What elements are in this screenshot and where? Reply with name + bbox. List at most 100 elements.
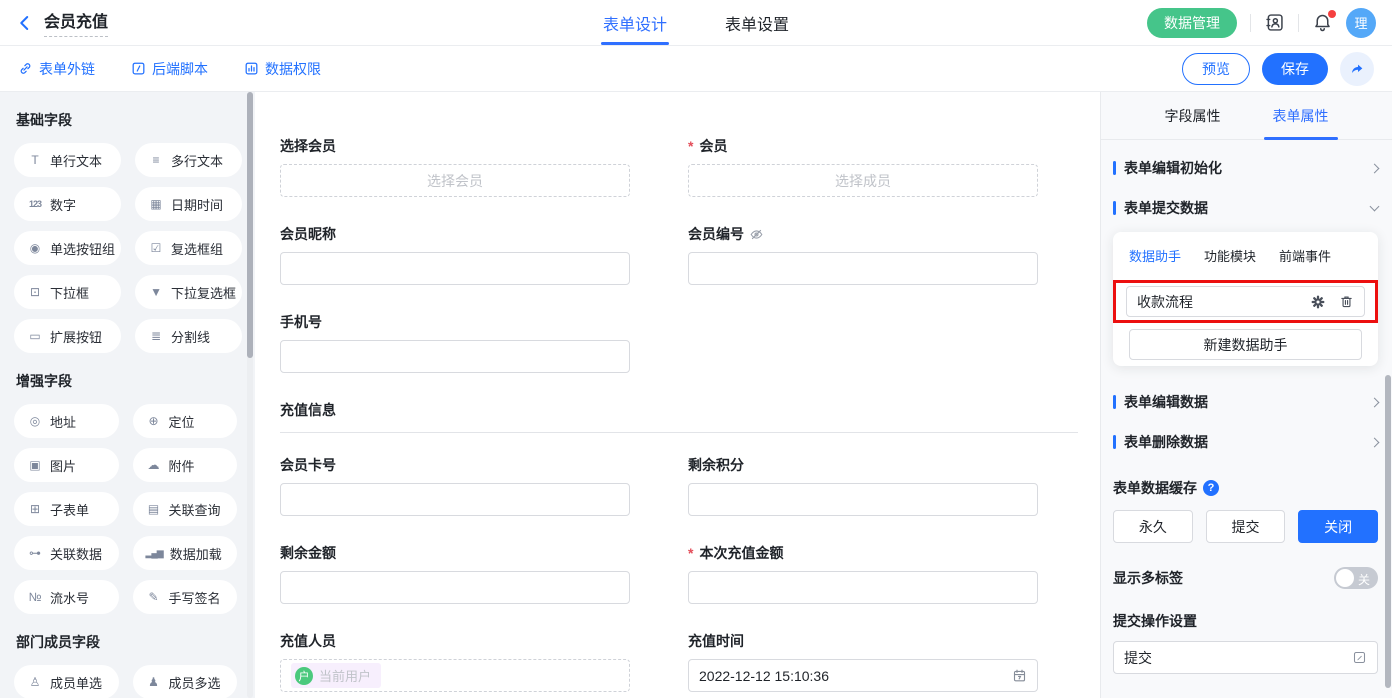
section-form-delete-data[interactable]: 表单删除数据: [1113, 422, 1378, 462]
member-picker[interactable]: 选择成员: [688, 164, 1038, 197]
cache-option-close[interactable]: 关闭: [1298, 510, 1378, 543]
tab-data-assistant[interactable]: 数据助手: [1129, 246, 1181, 265]
field-select[interactable]: ⊡下拉框: [14, 275, 121, 309]
operator-picker[interactable]: 户 当前用户: [280, 659, 630, 692]
phone-input[interactable]: [280, 340, 630, 373]
back-button[interactable]: [16, 14, 34, 32]
field-signature[interactable]: ✎手写签名: [133, 580, 238, 614]
chevron-right-icon: [1370, 397, 1380, 407]
section-form-submit-data[interactable]: 表单提交数据: [1113, 188, 1378, 228]
field-extend-button[interactable]: ▭扩展按钮: [14, 319, 121, 353]
field-linked-data[interactable]: ⊶关联数据: [14, 536, 119, 570]
section-form-edit-init[interactable]: 表单编辑初始化: [1113, 148, 1378, 188]
field-block-recharge-divider[interactable]: 充值信息: [280, 400, 1078, 433]
field-block-member[interactable]: *会员 选择成员: [688, 136, 1038, 197]
cache-option-permanent[interactable]: 永久: [1113, 510, 1193, 543]
button-icon: ▭: [27, 330, 43, 342]
data-assistant-item[interactable]: 收款流程: [1126, 286, 1365, 317]
external-link-action[interactable]: 表单外链: [18, 59, 95, 79]
data-permission-action[interactable]: 数据权限: [244, 59, 321, 79]
field-linked-query[interactable]: ▤关联查询: [133, 492, 238, 526]
trash-icon[interactable]: [1339, 294, 1354, 310]
save-button[interactable]: 保存: [1262, 53, 1328, 85]
field-radio-group[interactable]: ◉单选按钮组: [14, 231, 121, 265]
field-block-phone[interactable]: 手机号: [280, 312, 630, 373]
form-canvas: 选择会员 选择会员 *会员 选择成员 会员昵称 会员编号: [255, 92, 1100, 698]
tab-frontend-event[interactable]: 前端事件: [1279, 246, 1331, 265]
link-icon: [18, 61, 33, 76]
field-block-card-no[interactable]: 会员卡号: [280, 455, 630, 516]
backend-script-action[interactable]: 后端脚本: [131, 59, 208, 79]
field-block-member-no[interactable]: 会员编号: [688, 224, 1038, 285]
field-block-time[interactable]: 充值时间 2022-12-12 15:10:36: [688, 631, 1038, 692]
tab-field-properties[interactable]: 字段属性: [1165, 92, 1221, 139]
field-multi-select[interactable]: ▼下拉复选框: [135, 275, 242, 309]
tab-form-properties[interactable]: 表单属性: [1273, 92, 1329, 139]
field-divider-line[interactable]: ≣分割线: [135, 319, 242, 353]
cache-option-submit[interactable]: 提交: [1206, 510, 1286, 543]
field-datetime[interactable]: ▦日期时间: [135, 187, 242, 221]
calendar-icon[interactable]: [1012, 668, 1027, 683]
sidebar-scrollbar-thumb[interactable]: [247, 92, 253, 358]
field-block-balance[interactable]: 剩余金额: [280, 543, 630, 604]
field-serial-number[interactable]: №流水号: [14, 580, 119, 614]
cloud-upload-icon: ☁: [146, 459, 162, 471]
nickname-input[interactable]: [280, 252, 630, 285]
field-location[interactable]: ⊕定位: [133, 404, 238, 438]
field-address[interactable]: ◎地址: [14, 404, 119, 438]
field-block-nickname[interactable]: 会员昵称: [280, 224, 630, 285]
field-image[interactable]: ▣图片: [14, 448, 119, 482]
contacts-icon[interactable]: [1264, 12, 1285, 33]
section-title-member-fields: 部门成员字段: [16, 632, 237, 652]
toggle-knob: [1336, 569, 1354, 587]
panel-scrollbar-thumb[interactable]: [1385, 375, 1391, 688]
link-data-icon: ⊶: [27, 547, 43, 559]
share-button[interactable]: [1340, 52, 1374, 86]
form-title[interactable]: 会员充值: [44, 8, 108, 37]
tab-form-design[interactable]: 表单设计: [603, 0, 667, 45]
data-manage-button[interactable]: 数据管理: [1147, 8, 1237, 38]
people-icon: ♟: [146, 676, 162, 688]
user-avatar-icon: 户: [295, 667, 313, 685]
tab-form-settings[interactable]: 表单设置: [725, 0, 789, 45]
card-no-input[interactable]: [280, 483, 630, 516]
help-icon[interactable]: ?: [1203, 480, 1219, 496]
field-member-single[interactable]: ♙成员单选: [14, 665, 119, 698]
new-data-assistant-button[interactable]: 新建数据助手: [1129, 329, 1362, 360]
bell-icon[interactable]: [1312, 12, 1333, 33]
field-block-select-member[interactable]: 选择会员 选择会员: [280, 136, 630, 197]
field-block-amount[interactable]: *本次充值金额: [688, 543, 1038, 604]
chevron-down-icon: [1370, 202, 1380, 212]
divider: [1250, 14, 1251, 32]
divider-icon: ≣: [148, 330, 164, 342]
submit-action-input[interactable]: 提交: [1113, 641, 1378, 674]
field-subform[interactable]: ⊞子表单: [14, 492, 119, 526]
multi-tab-toggle[interactable]: 关: [1334, 567, 1378, 589]
points-input[interactable]: [688, 483, 1038, 516]
tab-function-module[interactable]: 功能模块: [1204, 246, 1256, 265]
field-palette-sidebar: 基础字段 T单行文本 ≡多行文本 123数字 ▦日期时间 ◉单选按钮组 ☑复选框…: [0, 92, 255, 698]
field-number[interactable]: 123数字: [14, 187, 121, 221]
avatar[interactable]: 理: [1346, 8, 1376, 38]
preview-button[interactable]: 预览: [1182, 53, 1250, 85]
field-checkbox-group[interactable]: ☑复选框组: [135, 231, 242, 265]
field-single-line-text[interactable]: T单行文本: [14, 143, 121, 177]
field-block-operator[interactable]: 充值人员 户 当前用户: [280, 631, 630, 692]
sidebar-scrollbar[interactable]: [247, 92, 253, 698]
field-block-points[interactable]: 剩余积分: [688, 455, 1038, 516]
amount-input[interactable]: [688, 571, 1038, 604]
field-data-load[interactable]: ▂▄▆数据加载: [133, 536, 238, 570]
field-member-multi[interactable]: ♟成员多选: [133, 665, 238, 698]
gear-icon[interactable]: [1310, 294, 1326, 310]
section-form-edit-data[interactable]: 表单编辑数据: [1113, 382, 1378, 422]
field-multi-line-text[interactable]: ≡多行文本: [135, 143, 242, 177]
select-member-picker[interactable]: 选择会员: [280, 164, 630, 197]
balance-input[interactable]: [280, 571, 630, 604]
section-divider-line: [280, 432, 1078, 433]
share-icon: [1349, 61, 1365, 77]
edit-icon[interactable]: [1352, 650, 1367, 665]
required-mark: *: [688, 545, 693, 561]
field-attachment[interactable]: ☁附件: [133, 448, 238, 482]
member-no-input[interactable]: [688, 252, 1038, 285]
recharge-time-input[interactable]: 2022-12-12 15:10:36: [688, 659, 1038, 692]
